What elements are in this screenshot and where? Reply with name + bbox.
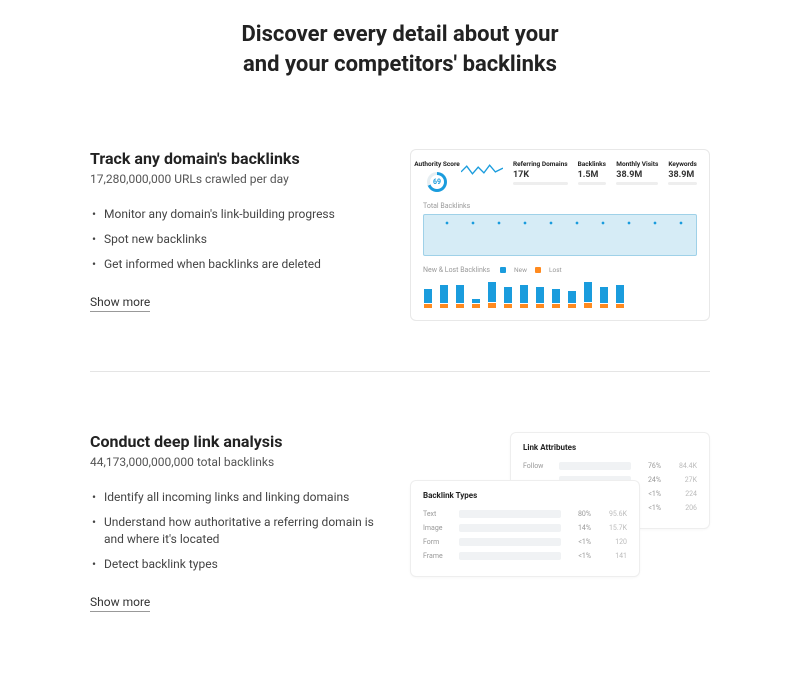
stat-label: Backlinks: [578, 160, 607, 168]
row-count: 15.7K: [597, 524, 627, 532]
stat-value: 1.5M: [578, 170, 607, 180]
divider: [90, 371, 710, 372]
list-item: Monitor any domain's link-building progr…: [90, 202, 380, 227]
row-percent: 14%: [567, 524, 591, 532]
bar-pair: [503, 287, 513, 308]
newlost-label: New & Lost Backlinks: [423, 266, 490, 274]
bar-pair: [551, 289, 561, 308]
row-count: 84.4K: [667, 462, 697, 470]
row-count: 206: [667, 504, 697, 512]
show-more-link[interactable]: Show more: [90, 295, 150, 312]
sparkline-icon: [461, 160, 503, 182]
total-backlinks-chart: [423, 214, 697, 256]
bar-pair: [439, 285, 449, 308]
row-label: Follow: [523, 462, 553, 470]
stat-value: 38.9M: [668, 170, 697, 180]
stat-value: 17K: [513, 170, 568, 180]
bar-row: Image 14% 15.7K: [423, 524, 627, 532]
row-percent: 76%: [637, 462, 661, 470]
bar-row: Form <1% 120: [423, 538, 627, 546]
row-label: Form: [423, 538, 453, 546]
bar-pair: [535, 287, 545, 308]
bar-pair: [455, 285, 465, 308]
row-count: 95.6K: [597, 510, 627, 518]
section2-title: Conduct deep link analysis: [90, 432, 380, 451]
total-backlinks-label: Total Backlinks: [423, 202, 697, 210]
section2-bullets: Identify all incoming links and linking …: [90, 485, 380, 576]
list-item: Identify all incoming links and linking …: [90, 485, 380, 510]
section-deep-link-analysis: Conduct deep link analysis 44,173,000,00…: [90, 432, 710, 612]
legend-new: New: [514, 266, 527, 274]
row-count: 120: [597, 538, 627, 546]
stat-value: 38.9M: [616, 170, 658, 180]
stat-label: Monthly Visits: [616, 160, 658, 168]
link-attributes-title: Link Attributes: [523, 443, 697, 452]
bar-pair: [423, 289, 433, 308]
bar-row: Follow 76% 84.4K: [523, 462, 697, 470]
bar-pair: [567, 291, 577, 308]
row-label: Text: [423, 510, 453, 518]
section2-subtitle: 44,173,000,000,000 total backlinks: [90, 455, 380, 469]
row-percent: <1%: [567, 538, 591, 546]
section1-title: Track any domain's backlinks: [90, 149, 380, 168]
row-count: 141: [597, 552, 627, 560]
backlinks-overview-card: Authority Score 69 Referring Domains 17K: [410, 149, 710, 321]
stat-label: Referring Domains: [513, 160, 568, 168]
authority-label: Authority Score: [414, 160, 460, 168]
row-count: 27K: [667, 476, 697, 484]
hero-title: Discover every detail about your and you…: [90, 20, 710, 79]
row-label: Image: [423, 524, 453, 532]
bar-pair: [615, 285, 625, 308]
list-item: Spot new backlinks: [90, 227, 380, 252]
row-percent: <1%: [637, 504, 661, 512]
backlink-types-card: Backlink Types Text 80% 95.6K Image 14% 15.7K…: [410, 480, 640, 577]
bar-pair: [599, 287, 609, 308]
authority-ring-icon: 69: [427, 172, 447, 192]
section-track-backlinks: Track any domain's backlinks 17,280,000,…: [90, 149, 710, 321]
stat-label: Keywords: [668, 160, 697, 168]
section1-bullets: Monitor any domain's link-building progr…: [90, 202, 380, 276]
list-item: Detect backlink types: [90, 552, 380, 577]
bar-row: Frame <1% 141: [423, 552, 627, 560]
row-percent: <1%: [637, 490, 661, 498]
row-percent: 80%: [567, 510, 591, 518]
authority-value: 69: [433, 178, 441, 186]
row-count: 224: [667, 490, 697, 498]
bar-pair: [471, 299, 481, 308]
list-item: Understand how authoritative a referring…: [90, 510, 380, 552]
row-percent: 24%: [637, 476, 661, 484]
bar-pair: [487, 282, 497, 308]
legend-lost: Lost: [549, 266, 562, 274]
hero-line2: and your competitors' backlinks: [243, 52, 557, 77]
bar-pair: [519, 285, 529, 308]
bar-row: Text 80% 95.6K: [423, 510, 627, 518]
row-percent: <1%: [567, 552, 591, 560]
section1-subtitle: 17,280,000,000 URLs crawled per day: [90, 172, 380, 186]
row-label: Frame: [423, 552, 453, 560]
backlink-types-title: Backlink Types: [423, 491, 627, 500]
newlost-bar-chart: [423, 280, 697, 308]
list-item: Get informed when backlinks are deleted: [90, 252, 380, 277]
show-more-link[interactable]: Show more: [90, 595, 150, 612]
hero-line1: Discover every detail about your: [241, 22, 558, 47]
bar-pair: [583, 282, 593, 308]
